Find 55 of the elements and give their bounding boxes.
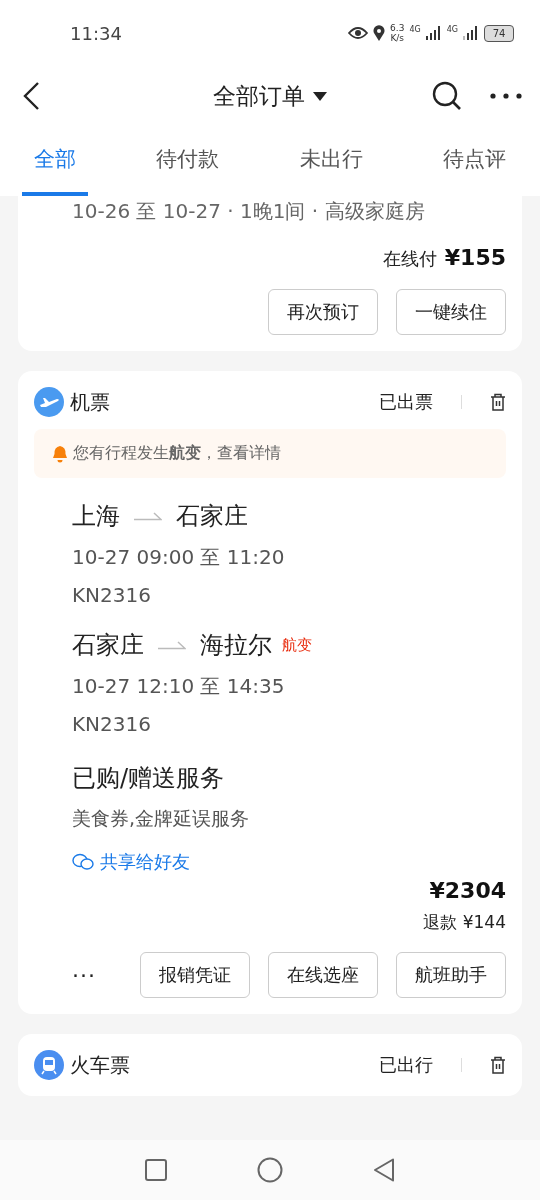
order-status: 已出行 bbox=[379, 1053, 433, 1077]
action-button[interactable]: 航班助手 bbox=[396, 952, 506, 998]
network-label: 4G bbox=[409, 25, 421, 34]
recent-apps-icon[interactable] bbox=[145, 1159, 167, 1181]
caret-icon bbox=[313, 91, 327, 101]
tab[interactable]: 待点评 bbox=[431, 126, 518, 196]
booking-details: 10-26 至 10-27 · 1晚1间 · 高级家庭房 bbox=[71, 198, 426, 225]
refund-amount: 退款 ¥144 bbox=[423, 911, 506, 934]
services-title: 已购/赠送服务 bbox=[72, 763, 226, 794]
action-button[interactable]: 报销凭证 bbox=[140, 952, 250, 998]
departure-city: 上海 bbox=[72, 501, 120, 532]
battery-icon: 74 bbox=[484, 24, 514, 42]
flight-time: 10-27 12:10 至 14:35 bbox=[72, 673, 286, 700]
flight-number: KN2316 bbox=[72, 583, 152, 607]
more-button[interactable]: ··· bbox=[34, 962, 96, 988]
action-button[interactable]: 一键续住 bbox=[396, 289, 506, 335]
order-status: 已出票 bbox=[379, 390, 433, 414]
flight-number: KN2316 bbox=[72, 712, 152, 736]
train-icon bbox=[34, 1050, 64, 1080]
chat-icon bbox=[72, 853, 94, 871]
signal-icon bbox=[463, 26, 479, 40]
notice-text: 您有行程发生航变，查看详情 bbox=[73, 443, 281, 464]
title-dropdown[interactable]: 全部订单 bbox=[213, 80, 327, 112]
back-icon[interactable] bbox=[22, 81, 40, 111]
status-time: 11:34 bbox=[70, 22, 122, 44]
trash-icon[interactable] bbox=[490, 393, 506, 411]
price: ¥2304 bbox=[429, 878, 506, 903]
flight-time: 10-27 09:00 至 11:20 bbox=[72, 544, 286, 571]
trash-icon[interactable] bbox=[490, 1056, 506, 1074]
action-button[interactable]: 在线选座 bbox=[268, 952, 378, 998]
arrival-city: 海拉尔 bbox=[200, 630, 272, 661]
share-link[interactable]: 共享给好友 bbox=[72, 850, 190, 874]
location-icon bbox=[373, 25, 386, 41]
bell-icon bbox=[52, 444, 68, 463]
services-list: 美食券,金牌延误服务 bbox=[72, 806, 506, 832]
speed-unit: K/s bbox=[390, 33, 405, 43]
arrival-city: 石家庄 bbox=[176, 501, 248, 532]
eye-icon bbox=[348, 26, 369, 40]
card-type: 火车票 bbox=[70, 1051, 130, 1079]
more-icon[interactable] bbox=[490, 93, 522, 99]
card-type: 机票 bbox=[70, 388, 110, 416]
search-icon[interactable] bbox=[432, 81, 462, 111]
network-label: 4G bbox=[446, 25, 458, 34]
departure-city: 石家庄 bbox=[72, 630, 144, 661]
airplane-icon bbox=[34, 387, 64, 417]
notice-banner[interactable]: 您有行程发生航变，查看详情 bbox=[34, 429, 506, 478]
price: ¥155 bbox=[444, 245, 506, 270]
change-tag: 航变 bbox=[282, 635, 312, 655]
action-button[interactable]: 再次预订 bbox=[268, 289, 378, 335]
speed-value: 6.3 bbox=[390, 23, 405, 33]
tab[interactable]: 待付款 bbox=[144, 126, 232, 196]
tab[interactable]: 未出行 bbox=[287, 126, 375, 196]
home-icon[interactable] bbox=[257, 1157, 283, 1183]
signal-icon bbox=[425, 26, 442, 40]
payment-label: 在线付 bbox=[382, 247, 437, 271]
